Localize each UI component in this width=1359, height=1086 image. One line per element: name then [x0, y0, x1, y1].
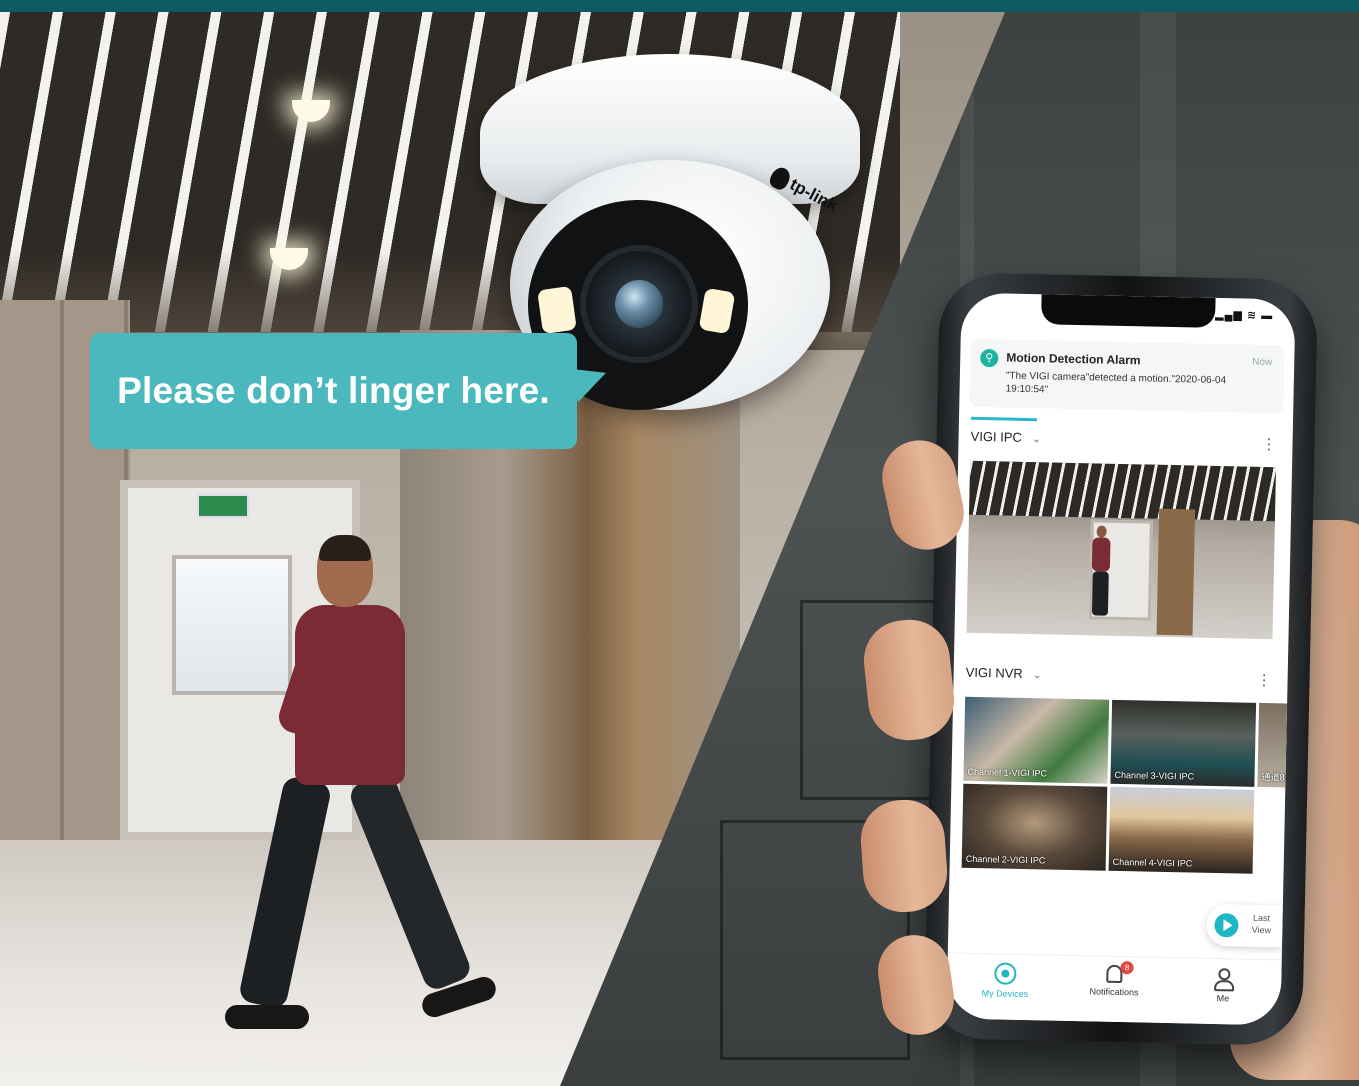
section-header-vigi-ipc[interactable]: VIGI IPC ⌄ ⋮ — [970, 429, 1280, 455]
last-view-label: Last View — [1251, 912, 1272, 936]
preview-person-head — [1096, 525, 1107, 538]
notification-time: Now — [1252, 356, 1273, 369]
channel-caption: Channel 2-VIGI IPC — [965, 853, 1046, 866]
nav-me[interactable]: Me — [1173, 966, 1274, 1004]
channel-tile[interactable]: 通道8 — [1257, 702, 1288, 788]
status-bar-icons: ▂▄▆ ≋ ▬ — [1215, 308, 1274, 323]
channel-tile[interactable]: Channel 1-VIGI IPC — [963, 696, 1110, 784]
preview-person — [1087, 525, 1115, 622]
nav-my-devices[interactable]: My Devices — [955, 962, 1056, 1000]
notification-title: Motion Detection Alarm — [1006, 350, 1141, 368]
channel-tile[interactable]: Channel 3-VIGI IPC — [1110, 699, 1257, 787]
chevron-down-icon[interactable]: ⌄ — [1033, 668, 1042, 681]
person-hair — [319, 535, 371, 561]
person-shoe — [225, 1005, 309, 1029]
section-title: VIGI IPC — [970, 428, 1023, 445]
camera-icon — [994, 962, 1017, 985]
channel-caption: Channel 4-VIGI IPC — [1112, 856, 1193, 869]
channel-caption: Channel 3-VIGI IPC — [1114, 769, 1195, 782]
smartphone: ▂▄▆ ≋ ▬ ⚲ Motion Detection Alarm Now "Th… — [924, 272, 1318, 1046]
tab-indicator — [970, 416, 1038, 422]
nav-label: Me — [1216, 993, 1230, 1004]
last-view-button[interactable]: Last View — [1206, 903, 1283, 948]
chevron-down-icon[interactable]: ⌄ — [1032, 432, 1041, 445]
walking-person — [225, 535, 505, 1035]
preview-ceiling — [968, 460, 1277, 522]
camera-spotlight — [537, 285, 577, 335]
camera-lens — [615, 280, 663, 328]
section-title: VIGI NVR — [965, 664, 1023, 681]
more-options-icon[interactable]: ⋮ — [1261, 435, 1276, 453]
motion-alarm-notification[interactable]: ⚲ Motion Detection Alarm Now "The VIGI c… — [969, 338, 1285, 414]
preview-wall — [1156, 508, 1196, 636]
bell-icon: 8 — [1106, 961, 1134, 984]
exit-sign — [197, 494, 249, 518]
nav-notifications[interactable]: 8 Notifications — [1064, 961, 1165, 998]
play-icon — [1214, 913, 1239, 938]
channel-caption: Channel 1-VIGI IPC — [967, 766, 1048, 779]
hero-image: Please don’t linger here. tp-link ▂▄▆ ≋ … — [0, 0, 1359, 1086]
speech-bubble-text: Please don’t linger here. — [117, 370, 550, 411]
top-band — [0, 0, 1359, 12]
channel-tile[interactable]: Channel 2-VIGI IPC — [961, 783, 1108, 871]
running-person-icon: ⚲ — [980, 348, 999, 368]
phone-notch — [1040, 294, 1216, 328]
preview-person-legs — [1091, 571, 1109, 616]
person-leg — [237, 775, 333, 1010]
notification-body: "The VIGI camera"detected a motion."2020… — [1005, 370, 1227, 396]
section-header-vigi-nvr[interactable]: VIGI NVR ⌄ ⋮ — [965, 665, 1275, 691]
phone-screen: ▂▄▆ ≋ ▬ ⚲ Motion Detection Alarm Now "Th… — [946, 292, 1296, 1026]
nvr-channel-grid: Channel 1-VIGI IPC Channel 3-VIGI IPC 通道… — [961, 696, 1288, 876]
nav-label: Notifications — [1089, 986, 1139, 998]
more-options-icon[interactable]: ⋮ — [1256, 671, 1271, 689]
preview-person-body — [1091, 537, 1111, 572]
ipc-live-preview[interactable] — [966, 460, 1277, 640]
speech-bubble: Please don’t linger here. — [90, 333, 577, 449]
channel-caption: 通道8 — [1261, 771, 1285, 783]
nav-label: My Devices — [981, 988, 1029, 1000]
channel-tile[interactable]: Channel 4-VIGI IPC — [1108, 786, 1255, 874]
bottom-nav: My Devices 8 Notifications Me — [946, 952, 1282, 1026]
notification-badge: 8 — [1120, 961, 1134, 975]
person-icon — [1212, 967, 1234, 989]
person-leg — [346, 771, 474, 993]
finger — [858, 797, 950, 915]
